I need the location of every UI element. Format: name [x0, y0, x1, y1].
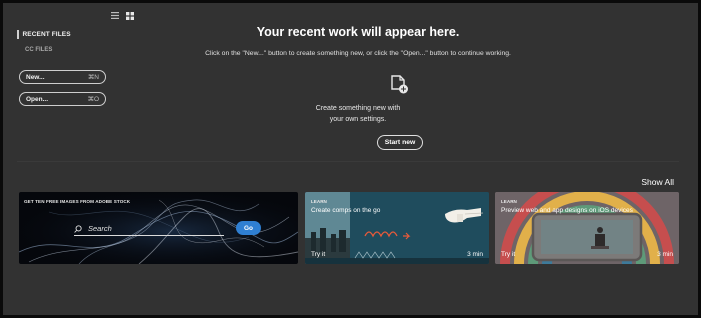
list-view-icon[interactable]	[111, 12, 119, 20]
learn-tag: LEARN	[501, 199, 517, 204]
new-shortcut: ⌘N	[87, 74, 99, 81]
comps-illustration	[305, 192, 489, 264]
new-document-icon[interactable]	[391, 75, 409, 100]
instructions-text: Click on the "New..." button to create s…	[205, 50, 511, 57]
stock-card[interactable]: GET TEN FREE IMAGES FROM ADOBE STOCK Sea…	[19, 192, 298, 264]
open-button[interactable]: Open... ⌘O	[19, 92, 106, 106]
open-shortcut: ⌘O	[87, 96, 99, 103]
duration-label: 3 min	[657, 251, 673, 258]
card-title: Preview web and app designs on iOS devic…	[501, 207, 633, 214]
active-indicator	[17, 30, 19, 39]
try-it-link[interactable]: Try it	[311, 251, 325, 258]
open-button-label: Open...	[26, 95, 49, 103]
view-toggle	[111, 12, 134, 20]
empty-state: Your recent work will appear here. Click…	[123, 25, 593, 150]
new-button-label: New...	[26, 73, 45, 81]
grid-view-icon[interactable]	[126, 12, 134, 20]
card-title: Create comps on the go	[311, 207, 381, 214]
page-title: Your recent work will appear here.	[256, 25, 460, 39]
new-button[interactable]: New... ⌘N	[19, 70, 106, 84]
show-all-link[interactable]: Show All	[641, 177, 674, 187]
create-hint-line2: your own settings.	[329, 116, 387, 123]
duration-label: 3 min	[467, 251, 483, 258]
search-placeholder: Search	[88, 224, 112, 233]
try-it-link[interactable]: Try it	[501, 251, 515, 258]
learn-tag: LEARN	[311, 199, 327, 204]
create-hint: Create something new with your own setti…	[123, 103, 593, 125]
start-workspace: RECENT FILES CC FILES New... ⌘N Open... …	[0, 0, 701, 318]
stock-card-title: GET TEN FREE IMAGES FROM ADOBE STOCK	[24, 199, 131, 204]
sidebar-item-cc-files[interactable]: CC FILES	[25, 47, 111, 53]
start-new-button[interactable]: Start new	[377, 135, 423, 150]
sidebar-item-recent-files[interactable]: RECENT FILES	[17, 30, 111, 39]
sidebar: RECENT FILES CC FILES New... ⌘N Open... …	[17, 30, 111, 106]
preview-illustration	[495, 192, 679, 264]
go-button[interactable]: Go	[236, 221, 261, 235]
sidebar-item-label: RECENT FILES	[22, 31, 71, 38]
learn-card-comps[interactable]: LEARN Create comps on the go Try it 3 mi…	[305, 192, 489, 264]
learn-card-preview[interactable]: LEARN Preview web and app designs on iOS…	[495, 192, 679, 264]
create-hint-line1: Create something new with	[315, 105, 401, 112]
search-icon	[74, 220, 82, 238]
stock-search-input[interactable]: Search	[74, 222, 224, 236]
divider	[17, 161, 679, 162]
